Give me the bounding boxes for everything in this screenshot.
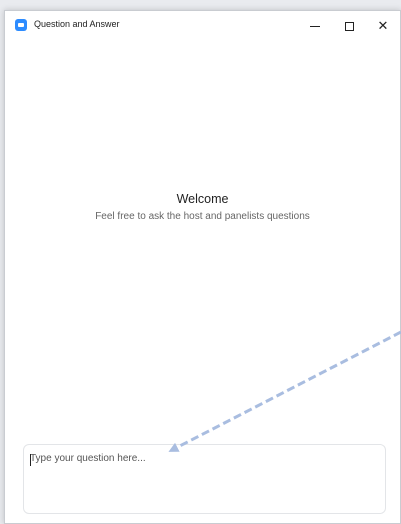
title-bar[interactable]: Question and Answer ✕ [5,11,400,41]
welcome-subtitle: Feel free to ask the host and panelists … [95,211,310,222]
text-caret [30,454,31,466]
window-title: Question and Answer [34,19,120,29]
question-input[interactable] [24,445,385,513]
minimize-icon [310,25,320,27]
maximize-icon [344,21,354,31]
close-icon: ✕ [377,18,389,34]
welcome-section: Welcome Feel free to ask the host and pa… [5,192,400,222]
zoom-app-icon [15,19,27,31]
qa-window: Question and Answer ✕ Welcome Feel free … [4,10,401,524]
question-input-container[interactable] [23,444,386,514]
close-button[interactable]: ✕ [363,11,400,41]
welcome-title: Welcome [176,192,229,206]
